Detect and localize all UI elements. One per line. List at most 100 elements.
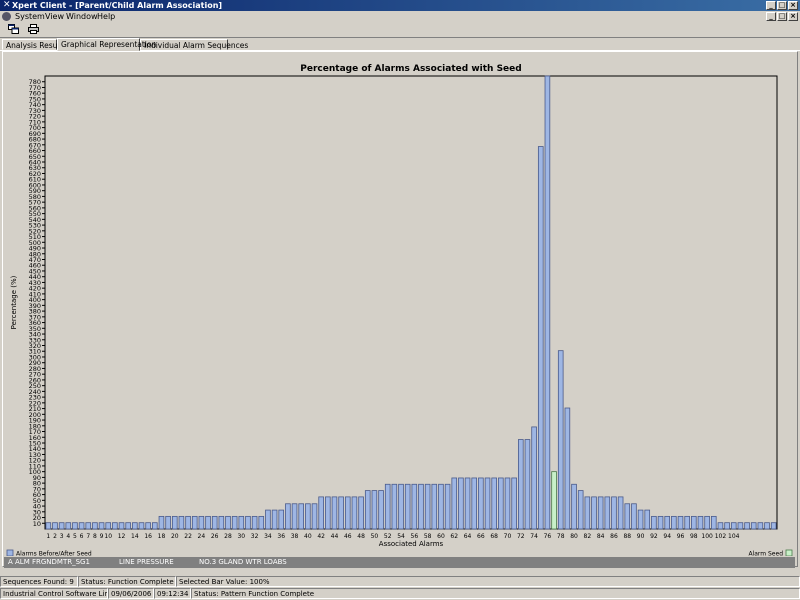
windows-icon[interactable]: [6, 23, 21, 37]
x-tick-label: 8: [93, 533, 97, 540]
bar: [464, 477, 471, 530]
x-tick-label: 14: [131, 533, 139, 540]
x-tick-label: 24: [198, 533, 206, 540]
bar: [65, 522, 72, 530]
bar: [152, 522, 158, 530]
bar: [484, 477, 491, 530]
bar: [764, 522, 770, 530]
x-tick-label: 54: [397, 533, 405, 540]
bar: [691, 515, 697, 530]
bar: [557, 350, 564, 530]
bar: [491, 477, 497, 530]
menu-help[interactable]: Help: [97, 11, 115, 22]
bar: [384, 483, 391, 530]
bar: [305, 503, 311, 530]
bar: [411, 483, 418, 530]
bar: [231, 515, 238, 530]
status-bar-top: Sequences Found: 9 Status: Function Comp…: [0, 576, 800, 587]
bar: [584, 496, 591, 530]
x-tick-label: 100: [701, 533, 713, 540]
x-tick-label: 22: [184, 533, 192, 540]
status-selected-bar-value: Selected Bar Value: 100%: [176, 576, 800, 587]
bar: [518, 439, 524, 530]
legend-label-before-after: Alarms Before/After Seed: [16, 551, 92, 557]
bar: [737, 522, 744, 530]
status-pattern-function: Status: Pattern Function Complete: [191, 588, 800, 599]
bar: [624, 503, 631, 530]
x-tick-label: 44: [331, 533, 339, 540]
bar: [45, 522, 52, 530]
bar: [291, 503, 298, 530]
bar: [717, 522, 724, 530]
bar: [265, 509, 271, 530]
bar: [205, 515, 211, 530]
bar: [571, 483, 577, 530]
x-tick-label: 7: [86, 533, 90, 540]
x-tick-label: 42: [317, 533, 325, 540]
menu-system[interactable]: System: [15, 11, 45, 22]
status-function: Status: Function Complete: [78, 576, 176, 587]
maximize-button[interactable]: □: [777, 1, 787, 10]
bar-chart: Percentage of Alarms Associated with See…: [6, 64, 793, 557]
close-button[interactable]: ×: [788, 1, 798, 10]
bar: [531, 426, 537, 530]
bar: [664, 515, 670, 530]
x-tick-label: 62: [450, 533, 458, 540]
bar: [564, 407, 571, 530]
menu-view[interactable]: View: [45, 11, 64, 22]
tab-analysis-results[interactable]: Analysis Results: [2, 39, 66, 50]
mdi-restore-button[interactable]: □: [777, 12, 787, 21]
x-tick-label: 34: [264, 533, 272, 540]
bar: [684, 515, 690, 530]
bar: [657, 515, 664, 530]
x-tick-label: 74: [530, 533, 538, 540]
x-tick-label: 9: [100, 533, 104, 540]
x-tick-label: 78: [557, 533, 565, 540]
x-tick-label: 52: [384, 533, 392, 540]
bar: [158, 515, 165, 530]
x-tick-label: 4: [66, 533, 70, 540]
bar: [444, 483, 451, 530]
x-tick-label: 82: [584, 533, 592, 540]
x-tick-label: 66: [477, 533, 485, 540]
bar: [770, 522, 777, 530]
tab-strip: Analysis Results Graphical Representatio…: [0, 38, 800, 51]
tab-graphical-representation[interactable]: Graphical Representation: [57, 38, 156, 51]
x-tick-label: 94: [663, 533, 671, 540]
x-tick-label: 6: [80, 533, 84, 540]
mdi-close-button[interactable]: ×: [788, 12, 798, 21]
x-tick-label: 68: [490, 533, 498, 540]
x-tick-label: 2: [53, 533, 57, 540]
bar: [637, 509, 644, 530]
x-tick-label: 64: [464, 533, 472, 540]
bar: [351, 496, 358, 530]
legend-label-seed: Alarm Seed: [748, 551, 783, 557]
minimize-button[interactable]: _: [766, 1, 776, 10]
bar: [398, 483, 404, 530]
bar: [730, 522, 737, 530]
window-title: Xpert Client - [Parent/Child Alarm Assoc…: [12, 1, 223, 10]
x-tick-label: 86: [610, 533, 618, 540]
x-tick-label: 96: [677, 533, 685, 540]
x-tick-label: 12: [118, 533, 126, 540]
status-company: Industrial Control Software Limited: [0, 588, 108, 599]
bar: [604, 496, 611, 530]
seed-parameter: LINE PRESSURE: [119, 558, 174, 566]
bar: [198, 515, 205, 530]
bar: [471, 477, 478, 530]
x-tick-label: 20: [171, 533, 179, 540]
bar: [338, 496, 344, 530]
bar: [710, 515, 717, 530]
printer-icon[interactable]: [26, 23, 41, 37]
chart-panel: Percentage of Alarms Associated with See…: [2, 51, 798, 567]
mdi-system-icon[interactable]: [2, 12, 11, 21]
menu-window[interactable]: Window: [66, 11, 98, 22]
bar: [145, 522, 151, 530]
bar: [132, 522, 138, 530]
bar: [344, 496, 351, 530]
mdi-minimize-button[interactable]: _: [766, 12, 776, 21]
bar: [298, 503, 304, 530]
bar: [245, 515, 251, 530]
bar: [318, 496, 324, 530]
x-tick-label: 76: [544, 533, 552, 540]
